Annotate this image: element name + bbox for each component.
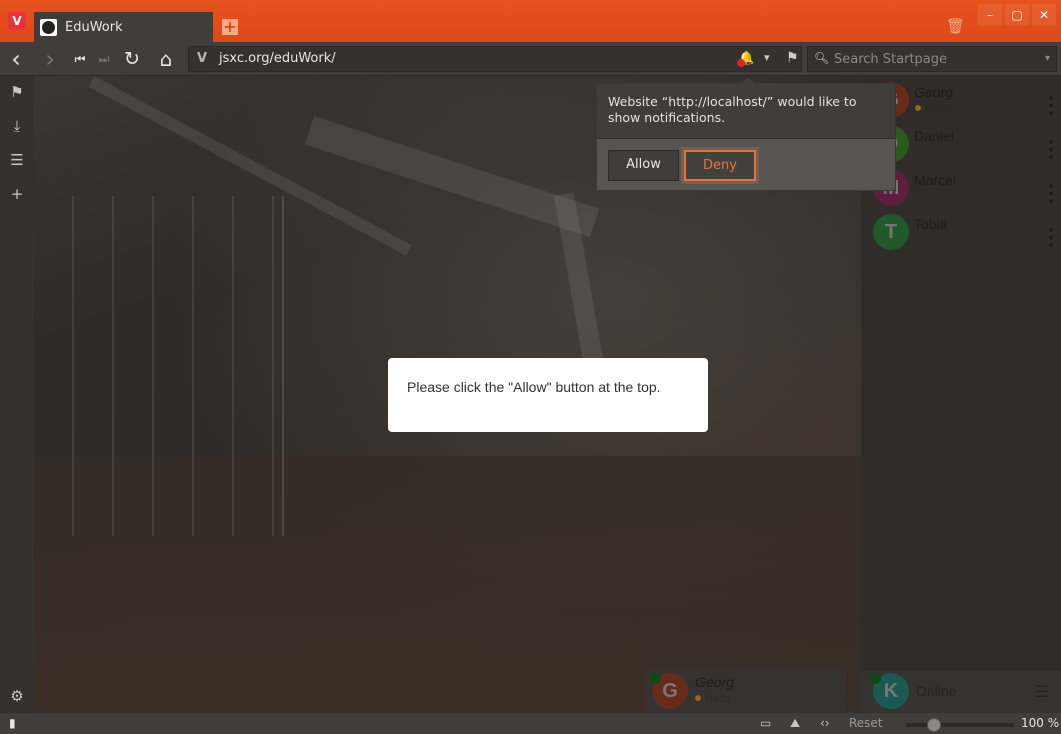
side-panel: ⚑ ⤓ ☰ + ⚙ xyxy=(0,76,34,713)
search-icon[interactable]: 🔍︎ xyxy=(814,51,829,65)
glass-structure-background xyxy=(34,196,284,536)
chat-window-georg[interactable]: G Georg Hello xyxy=(646,670,846,713)
bookmark-page-icon[interactable]: ⚑ xyxy=(786,50,799,66)
presence-status[interactable]: Online xyxy=(916,683,956,699)
status-bar: ▮ ▭ ⛰ ‹› Reset 100 % xyxy=(0,713,1061,734)
notification-permission-popup: Website “http://localhost/” would like t… xyxy=(596,77,896,191)
address-bar[interactable]: V jsxc.org/eduWork/ 🔔 ▾ ⚑ xyxy=(188,46,802,72)
online-indicator xyxy=(650,673,661,684)
forward-button[interactable]: › xyxy=(40,47,60,71)
search-placeholder: Search Startpage xyxy=(834,52,948,67)
zoom-reset-button[interactable]: Reset xyxy=(849,716,883,730)
contact-name: Marcel xyxy=(914,172,957,188)
status-info-icon xyxy=(695,695,701,701)
page-actions-icon[interactable]: ‹› xyxy=(820,716,830,730)
zoom-slider-knob[interactable] xyxy=(927,718,941,732)
contact-menu-icon[interactable]: ••• xyxy=(1042,182,1057,205)
chat-contact-name: Georg xyxy=(695,674,734,690)
blocked-badge-icon xyxy=(737,59,745,67)
popup-arrow xyxy=(741,77,755,84)
home-button[interactable]: ⌂ xyxy=(156,49,176,69)
status-info-icon xyxy=(915,105,921,111)
settings-gear-icon[interactable]: ⚙ xyxy=(8,687,26,705)
allow-button[interactable]: Allow xyxy=(608,150,679,181)
contact-status: Hello xyxy=(925,102,951,114)
add-panel-icon[interactable]: + xyxy=(8,185,26,203)
bookmarks-icon[interactable]: ⚑ xyxy=(8,83,26,101)
online-indicator xyxy=(870,673,881,684)
globe-icon xyxy=(40,18,57,36)
search-input[interactable]: 🔍︎ Search Startpage ▾ xyxy=(807,46,1057,72)
maximize-button[interactable]: ▢ xyxy=(1005,4,1029,26)
tab-title: EduWork xyxy=(65,19,123,35)
contact-name: Georg xyxy=(914,84,953,100)
new-tab-button[interactable]: + xyxy=(222,19,238,35)
contact-menu-icon[interactable]: ••• xyxy=(1042,94,1057,117)
images-icon[interactable]: ⛰ xyxy=(790,716,800,731)
contact-menu-icon[interactable]: ••• xyxy=(1042,226,1057,249)
zoom-level: 100 % xyxy=(1021,716,1060,730)
url-dropdown-icon[interactable]: ▾ xyxy=(764,51,770,64)
contact-name: Tobia xyxy=(914,216,948,232)
rewind-button[interactable]: ⏮ xyxy=(70,49,90,69)
own-presence-bar[interactable]: K Online ☰ xyxy=(861,670,1061,713)
downloads-icon[interactable]: ⤓ xyxy=(8,117,26,135)
vivaldi-menu-button[interactable]: V xyxy=(8,12,26,30)
deny-button[interactable]: Deny xyxy=(681,147,759,184)
notes-icon[interactable]: ☰ xyxy=(8,151,26,169)
popup-message: Website “http://localhost/” would like t… xyxy=(608,94,857,125)
address-toolbar: ‹ › ⏮ ⏭ ↻ ⌂ V jsxc.org/eduWork/ 🔔 ▾ ⚑ 🔍︎… xyxy=(0,42,1061,76)
permission-hint-dialog: Please click the "Allow" button at the t… xyxy=(388,358,708,432)
zoom-slider[interactable] xyxy=(906,718,1014,732)
back-button[interactable]: ‹ xyxy=(6,47,26,71)
tab-eduwork[interactable]: EduWork xyxy=(34,12,213,42)
avatar: T xyxy=(873,214,909,250)
minimize-button[interactable]: – xyxy=(978,4,1002,26)
site-info-icon[interactable]: V xyxy=(197,51,207,66)
tiling-icon[interactable]: ▭ xyxy=(760,716,771,730)
contact-name: Daniel xyxy=(914,128,954,144)
reload-button[interactable]: ↻ xyxy=(122,49,142,69)
chat-contact-status: Hello xyxy=(705,693,731,705)
contact-menu-icon[interactable]: ••• xyxy=(1042,138,1057,161)
roster-menu-icon[interactable]: ☰ xyxy=(1035,682,1049,702)
url-text[interactable]: jsxc.org/eduWork/ xyxy=(219,51,336,66)
title-bar: V EduWork + 🗑 – ▢ ✕ xyxy=(0,0,1061,42)
fast-forward-button[interactable]: ⏭ xyxy=(94,49,114,69)
close-button[interactable]: ✕ xyxy=(1032,4,1056,26)
dialog-text: Please click the "Allow" button at the t… xyxy=(407,379,661,395)
contact-item-tobia[interactable]: T Tobia ••• xyxy=(861,212,1061,256)
trash-icon[interactable]: 🗑 xyxy=(946,17,965,35)
panel-toggle-icon[interactable]: ▮ xyxy=(9,716,16,730)
search-engine-dropdown-icon[interactable]: ▾ xyxy=(1045,53,1050,64)
